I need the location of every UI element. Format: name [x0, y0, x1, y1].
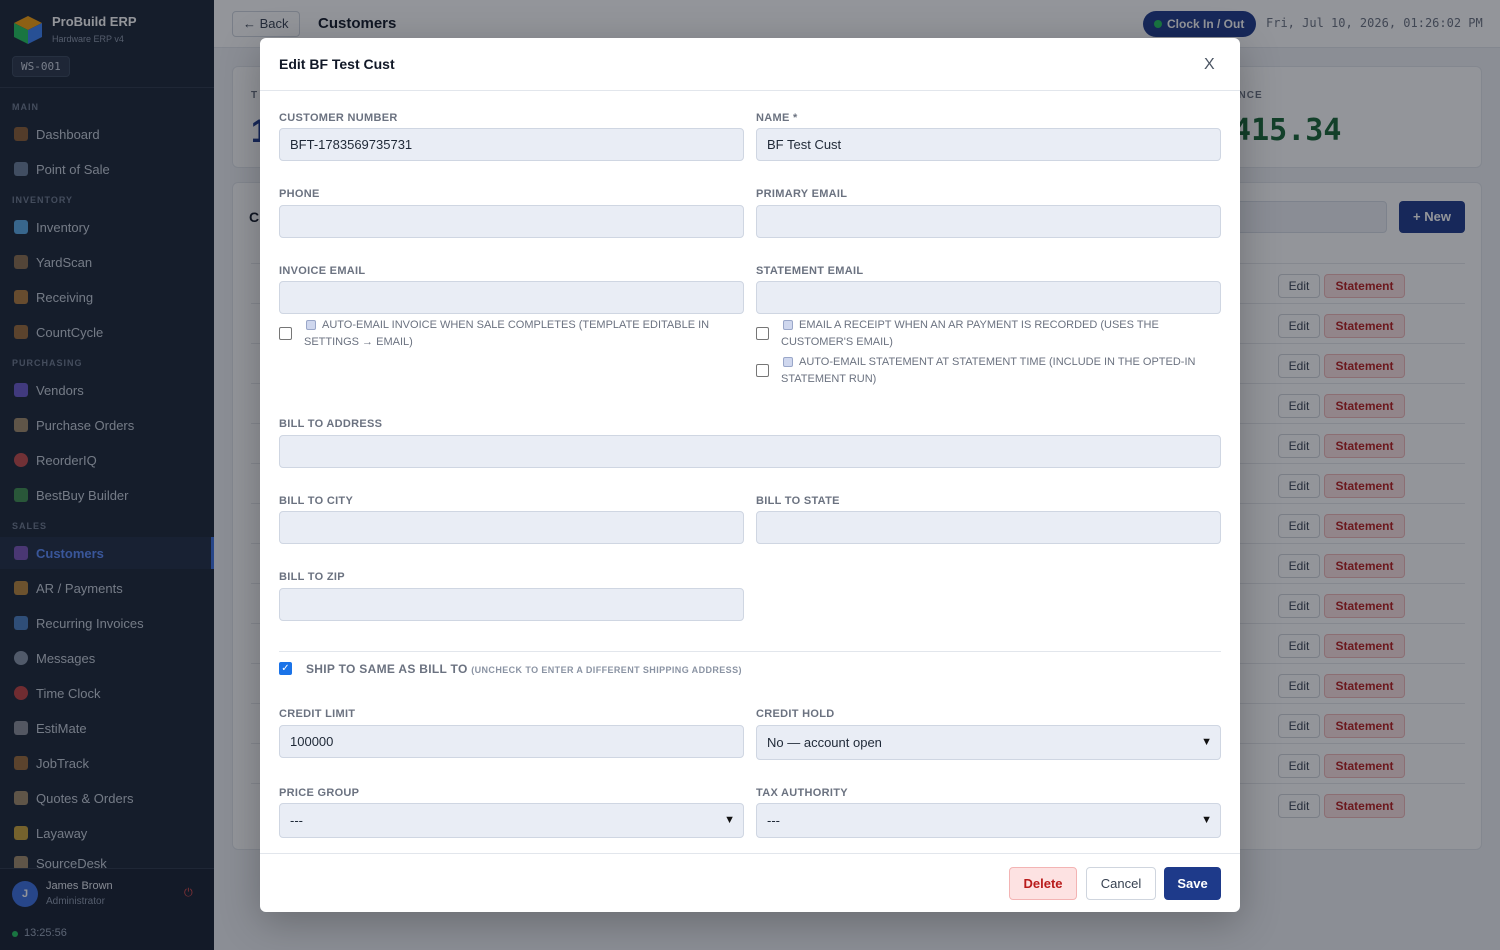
primary-email-label: PRIMARY EMAIL	[756, 188, 848, 200]
phone-label: PHONE	[279, 188, 320, 200]
name-field[interactable]: BF Test Cust	[756, 128, 1221, 161]
customer-number-field[interactable]: BFT-1783569735731	[279, 128, 744, 161]
bill-to-state-field[interactable]	[756, 511, 1221, 544]
credit-limit-field[interactable]: 100000	[279, 725, 744, 758]
bill-to-state-label: BILL TO STATE	[756, 495, 840, 507]
modal-title: Edit BF Test Cust	[279, 56, 395, 72]
price-group-value: ---	[290, 813, 303, 828]
chevron-down-icon: ▼	[1201, 736, 1212, 748]
credit-hold-select[interactable]: No — account open ▼	[756, 725, 1221, 760]
ship-same-hint: (UNCHECK TO ENTER A DIFFERENT SHIPPING A…	[471, 665, 742, 675]
auto-email-statement-text: AUTO-EMAIL STATEMENT AT STATEMENT TIME (…	[781, 356, 1196, 385]
credit-limit-label: CREDIT LIMIT	[279, 708, 356, 720]
credit-hold-value: No — account open	[767, 735, 882, 750]
edit-customer-modal: Edit BF Test Cust X CUSTOMER NUMBER BFT-…	[260, 38, 1240, 912]
ship-same-checkbox[interactable]: ✓	[279, 662, 292, 675]
bill-to-zip-label: BILL TO ZIP	[279, 571, 345, 583]
delete-button[interactable]: Delete	[1009, 867, 1077, 900]
phone-field[interactable]	[279, 205, 744, 238]
invoice-email-field[interactable]	[279, 281, 744, 314]
invoice-email-label: INVOICE EMAIL	[279, 265, 366, 277]
ar-receipt-checkbox[interactable]	[756, 327, 769, 340]
price-group-label: PRICE GROUP	[279, 787, 360, 799]
auto-email-invoice-text: AUTO-EMAIL INVOICE WHEN SALE COMPLETES (…	[304, 319, 710, 348]
ship-same-label: SHIP TO SAME AS BILL TO (UNCHECK TO ENTE…	[306, 662, 742, 676]
chevron-down-icon: ▼	[724, 814, 735, 826]
statement-email-label: STATEMENT EMAIL	[756, 265, 864, 277]
save-button[interactable]: Save	[1164, 867, 1221, 900]
bill-to-address-label: BILL TO ADDRESS	[279, 418, 383, 430]
bill-to-city-label: BILL TO CITY	[279, 495, 354, 507]
name-label: NAME *	[756, 112, 798, 124]
auto-email-invoice-checkbox[interactable]	[279, 327, 292, 340]
tax-authority-select[interactable]: --- ▼	[756, 803, 1221, 838]
modal-body: CUSTOMER NUMBER BFT-1783569735731 NAME *…	[260, 92, 1240, 852]
ar-receipt-text: EMAIL A RECEIPT WHEN AN AR PAYMENT IS RE…	[781, 319, 1159, 348]
statement-email-field[interactable]	[756, 281, 1221, 314]
customer-number-label: CUSTOMER NUMBER	[279, 112, 398, 124]
tax-authority-value: ---	[767, 813, 780, 828]
modal-footer: Delete Cancel Save	[260, 853, 1240, 912]
ship-same-label-text: SHIP TO SAME AS BILL TO	[306, 662, 468, 676]
price-group-select[interactable]: --- ▼	[279, 803, 744, 838]
bill-to-zip-field[interactable]	[279, 588, 744, 621]
bill-to-city-field[interactable]	[279, 511, 744, 544]
cancel-button[interactable]: Cancel	[1086, 867, 1156, 900]
auto-email-statement-checkbox[interactable]	[756, 364, 769, 377]
chevron-down-icon: ▼	[1201, 814, 1212, 826]
divider	[279, 651, 1221, 652]
modal-header: Edit BF Test Cust X	[260, 38, 1240, 91]
close-icon[interactable]: X	[1204, 56, 1215, 74]
credit-hold-label: CREDIT HOLD	[756, 708, 835, 720]
bill-to-address-field[interactable]	[279, 435, 1221, 468]
tax-authority-label: TAX AUTHORITY	[756, 787, 848, 799]
primary-email-field[interactable]	[756, 205, 1221, 238]
